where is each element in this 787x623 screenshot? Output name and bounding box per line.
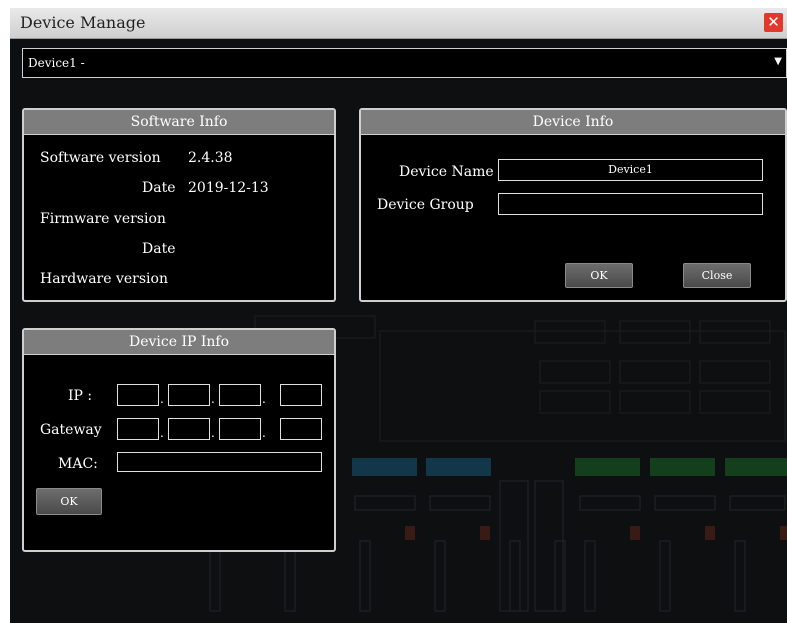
software-info-header: Software Info (24, 110, 334, 135)
ip-octet-4[interactable] (280, 384, 322, 406)
device-group-label: Device Group (377, 197, 474, 213)
device-name-label: Device Name (399, 164, 494, 180)
ip-label: IP : (68, 388, 93, 404)
ip-octet-2[interactable] (168, 384, 210, 406)
device-selector[interactable]: Device1 - ▼ (22, 48, 787, 78)
ip-octet-3[interactable] (219, 384, 261, 406)
gateway-octet-3[interactable] (219, 418, 261, 440)
software-info-panel: Software Info Software version 2.4.38 Da… (22, 108, 336, 302)
ip-octet-1[interactable] (117, 384, 159, 406)
device-info-close-button[interactable]: Close (683, 263, 751, 288)
device-manage-window: Device Manage ✕ Device1 - ▼ Software Inf… (10, 8, 787, 623)
gateway-octet-1[interactable] (117, 418, 159, 440)
mac-label: MAC: (58, 456, 98, 472)
ip-dot: . (211, 392, 215, 406)
hardware-version-label: Hardware version (40, 271, 168, 287)
device-name-field[interactable]: Device1 (498, 159, 763, 181)
close-window-button[interactable]: ✕ (764, 13, 783, 32)
device-info-ok-button[interactable]: OK (565, 263, 633, 288)
ip-info-ok-button[interactable]: OK (36, 488, 102, 515)
firmware-date-label: Date (142, 241, 176, 257)
gateway-dot: . (160, 426, 164, 440)
device-selector-value: Device1 - (28, 56, 85, 70)
gateway-octet-2[interactable] (168, 418, 210, 440)
device-info-header: Device Info (361, 110, 785, 135)
close-icon: ✕ (767, 13, 780, 31)
software-version-label: Software version (40, 150, 161, 166)
ip-dot: . (160, 392, 164, 406)
firmware-version-label: Firmware version (40, 211, 166, 227)
gateway-dot: . (211, 426, 215, 440)
window-title: Device Manage (20, 13, 146, 32)
device-ip-info-header: Device IP Info (24, 330, 334, 355)
device-info-panel: Device Info Device Name Device1 Device G… (359, 108, 787, 302)
device-group-field[interactable] (498, 193, 763, 215)
software-version-value: 2.4.38 (188, 150, 233, 166)
device-ip-info-panel: Device IP Info IP : . . . Gateway . . . … (22, 328, 336, 552)
ip-dot: . (262, 392, 266, 406)
mac-field[interactable] (117, 452, 322, 472)
gateway-octet-4[interactable] (280, 418, 322, 440)
title-bar: Device Manage ✕ (10, 8, 787, 39)
chevron-down-icon: ▼ (774, 56, 782, 67)
software-date-value: 2019-12-13 (188, 180, 269, 196)
software-date-label: Date (142, 180, 176, 196)
gateway-dot: . (262, 426, 266, 440)
gateway-label: Gateway (40, 422, 102, 438)
